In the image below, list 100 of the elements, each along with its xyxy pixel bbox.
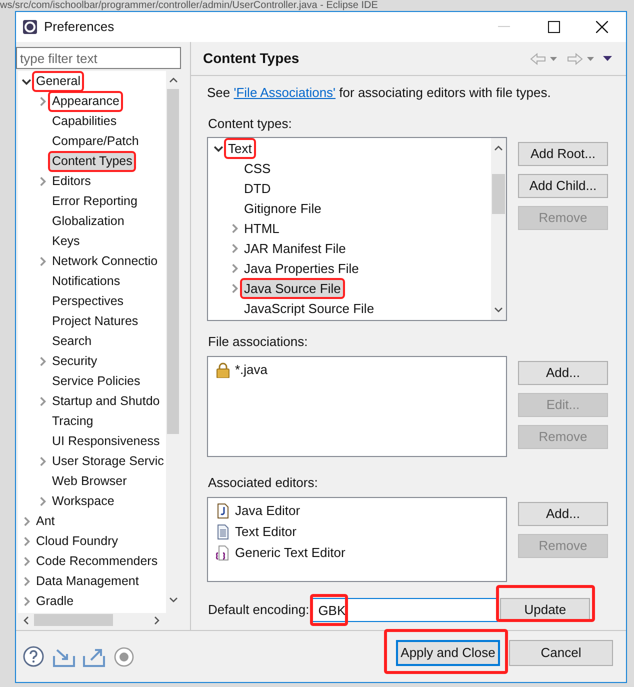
tree-item[interactable]: Gradle: [34, 592, 76, 610]
dropdown-icon[interactable]: [587, 56, 594, 60]
tree-item[interactable]: Notifications: [50, 272, 122, 290]
scroll-right-icon[interactable]: [154, 616, 160, 624]
dialog-button[interactable]: Apply and Close: [396, 640, 500, 666]
tree-item[interactable]: Tracing: [50, 412, 96, 430]
side-button[interactable]: Add Child...: [518, 174, 608, 198]
scroll-up-icon[interactable]: [494, 145, 503, 151]
file-associations-link[interactable]: 'File Associations': [234, 85, 336, 100]
dialog-button[interactable]: Cancel: [509, 640, 613, 666]
tree-item[interactable]: Appearance: [50, 92, 122, 110]
tree-item[interactable]: Perspectives: [50, 292, 126, 310]
forward-arrow-icon[interactable]: [567, 52, 583, 64]
horizontal-scrollbar[interactable]: [18, 613, 180, 627]
tree-item[interactable]: HTML: [242, 220, 282, 236]
filter-field[interactable]: type filter text: [16, 47, 181, 69]
scroll-up-icon[interactable]: [168, 77, 178, 83]
collapsed-chevron-icon[interactable]: [230, 224, 239, 232]
tree-item[interactable]: JAR Manifest File: [242, 240, 348, 256]
back-arrow-icon[interactable]: [530, 52, 546, 64]
vertical-scrollbar[interactable]: [491, 138, 506, 320]
menu-icon[interactable]: [603, 56, 612, 61]
side-button[interactable]: Add Root...: [518, 142, 608, 166]
tree-item[interactable]: Gitignore File: [242, 200, 324, 216]
expanded-chevron-icon[interactable]: [22, 76, 31, 86]
tree-item[interactable]: Keys: [50, 232, 82, 250]
tree-item[interactable]: Ant: [34, 512, 57, 530]
side-button[interactable]: Add...: [518, 360, 608, 384]
tree-item[interactable]: Cloud Foundry: [34, 532, 120, 550]
encoding-field[interactable]: GBK: [312, 598, 498, 622]
collapsed-chevron-icon[interactable]: [38, 176, 47, 186]
tree-item[interactable]: Java Source File: [242, 280, 343, 296]
tree-item[interactable]: Web Browser: [50, 472, 129, 490]
tree-item[interactable]: Java Properties File: [242, 260, 361, 276]
content-types-tree[interactable]: Text CSS DTD Gitignore File HTML JAR Manifest File Java Properties File Java Source File JavaScript Source File: [207, 137, 507, 321]
collapsed-chevron-icon[interactable]: [22, 576, 31, 586]
export-icon[interactable]: [83, 646, 105, 666]
collapsed-chevron-icon[interactable]: [38, 396, 47, 406]
tree-item[interactable]: Project Natures: [50, 312, 140, 330]
tree-item[interactable]: Data Management: [34, 572, 141, 590]
collapsed-chevron-icon[interactable]: [22, 596, 31, 606]
collapsed-chevron-icon[interactable]: [22, 516, 31, 526]
tree-item[interactable]: Text: [226, 140, 254, 156]
list-item[interactable]: Text Editor: [235, 522, 296, 542]
scrollbar-thumb[interactable]: [492, 174, 505, 214]
tree-item[interactable]: JavaScript Source File: [242, 300, 376, 316]
collapsed-chevron-icon[interactable]: [38, 96, 47, 106]
tree-item[interactable]: CSS: [242, 160, 273, 176]
side-button[interactable]: Add...: [518, 502, 608, 526]
collapsed-chevron-icon[interactable]: [22, 556, 31, 566]
collapsed-chevron-icon[interactable]: [22, 536, 31, 546]
collapsed-chevron-icon[interactable]: [38, 356, 47, 366]
scroll-down-icon[interactable]: [494, 307, 503, 313]
list-item[interactable]: *.java: [235, 360, 268, 380]
list-item[interactable]: Java Editor: [235, 500, 300, 520]
tree-item[interactable]: Editors: [50, 172, 93, 190]
collapsed-chevron-icon[interactable]: [38, 256, 47, 266]
file-associations-list[interactable]: *.java: [207, 356, 507, 456]
tree-item[interactable]: Content Types: [50, 152, 134, 170]
dropdown-icon[interactable]: [550, 56, 557, 60]
scroll-left-icon[interactable]: [23, 616, 29, 624]
tree-item[interactable]: Capabilities: [50, 112, 119, 130]
tree-item[interactable]: Error Reporting: [50, 192, 140, 210]
collapsed-chevron-icon[interactable]: [230, 244, 239, 252]
tree-item[interactable]: Startup and Shutdo: [50, 392, 162, 410]
collapsed-chevron-icon[interactable]: [38, 496, 47, 506]
tree-item[interactable]: Search: [50, 332, 94, 350]
import-icon[interactable]: [53, 646, 75, 666]
tree-item[interactable]: User Storage Servic: [50, 452, 166, 470]
close-icon[interactable]: [596, 21, 608, 33]
tree-item[interactable]: DTD: [242, 180, 273, 196]
generic-file-icon: [215, 544, 231, 560]
vertical-scrollbar[interactable]: [166, 71, 180, 613]
scrollbar-thumb[interactable]: [34, 614, 113, 626]
tree-item[interactable]: UI Responsiveness: [50, 432, 162, 450]
java-file-icon: [215, 502, 231, 518]
scroll-down-icon[interactable]: [168, 597, 178, 603]
record-icon[interactable]: [114, 646, 134, 666]
tree-item[interactable]: Code Recommenders: [34, 552, 160, 570]
minimize-icon[interactable]: [498, 26, 510, 28]
collapsed-chevron-icon[interactable]: [230, 284, 239, 292]
tree-item[interactable]: Security: [50, 352, 100, 370]
collapsed-chevron-icon[interactable]: [38, 456, 47, 466]
help-icon[interactable]: [23, 646, 44, 667]
tree-item[interactable]: Compare/Patch: [50, 132, 141, 150]
expanded-chevron-icon[interactable]: [214, 144, 223, 152]
collapsed-chevron-icon[interactable]: [230, 264, 239, 272]
tree-item[interactable]: General: [34, 72, 82, 90]
list-item[interactable]: Generic Text Editor: [235, 542, 346, 562]
tree-item[interactable]: Network Connectio: [50, 252, 160, 270]
gear-icon: [22, 19, 38, 35]
section-label: Associated editors:: [208, 474, 319, 492]
associated-editors-list[interactable]: Java Editor Text Editor Generic Text Editor: [207, 497, 507, 582]
tree-item[interactable]: Globalization: [50, 212, 126, 230]
tree-item[interactable]: Workspace: [50, 492, 116, 510]
scrollbar-thumb[interactable]: [167, 89, 179, 434]
intro-text: See 'File Associations' for associating editors with file types.: [207, 84, 552, 102]
tree-item[interactable]: Service Policies: [50, 372, 142, 390]
maximize-icon[interactable]: [548, 21, 560, 33]
lock-icon: [215, 362, 231, 378]
